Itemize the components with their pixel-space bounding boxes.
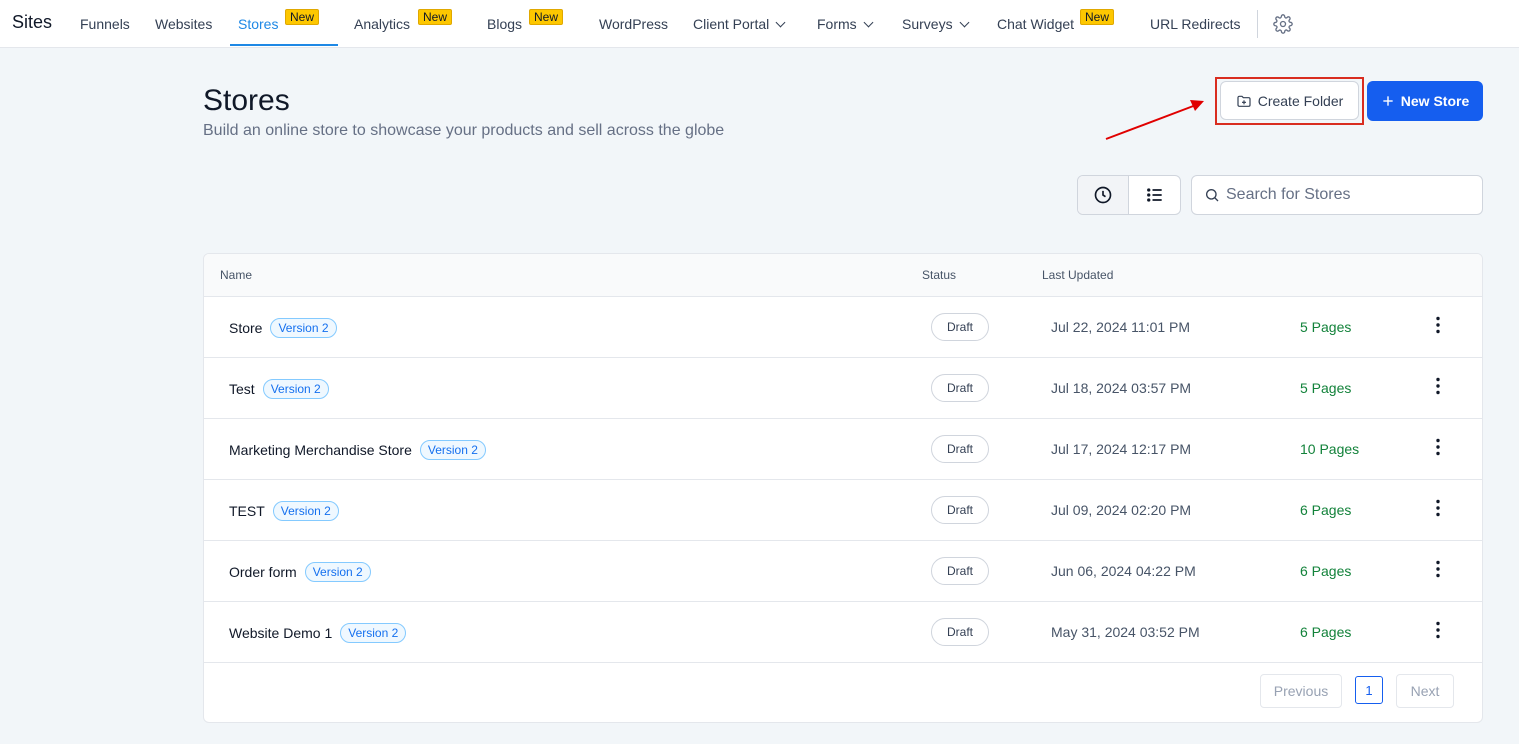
brand-title: Sites	[12, 12, 53, 32]
more-options-icon[interactable]	[1428, 315, 1448, 335]
nav-item-blogs[interactable]: Blogs	[487, 16, 522, 32]
pages-count[interactable]: 5 Pages	[1300, 319, 1351, 335]
search-icon	[1206, 189, 1219, 202]
last-updated: Jul 18, 2024 03:57 PM	[1051, 380, 1192, 396]
nav-item-url-redirects[interactable]: URL Redirects	[1150, 16, 1241, 32]
nav-item-client-portal[interactable]: Client Portal	[693, 16, 786, 32]
table-row[interactable]: Store Version 2 Draft Jul 22, 2024 11:01 …	[204, 297, 1482, 358]
status-badge: Draft	[931, 313, 989, 341]
new-badge: New	[529, 9, 564, 25]
store-name[interactable]: Store	[229, 320, 262, 336]
chevron-down-icon	[863, 17, 874, 28]
pages-count[interactable]: 5 Pages	[1300, 380, 1351, 396]
store-name[interactable]: Website Demo 1	[229, 625, 332, 641]
column-header-last-updated: Last Updated	[1042, 268, 1114, 282]
store-name[interactable]: Marketing Merchandise Store	[229, 442, 412, 458]
last-updated: May 31, 2024 03:52 PM	[1051, 624, 1200, 640]
version-badge: Version 2	[270, 318, 337, 338]
chevron-down-icon	[775, 17, 786, 28]
recent-view-button[interactable]	[1078, 176, 1130, 214]
nav-item-surveys[interactable]: Surveys	[902, 16, 970, 32]
list-view-button[interactable]	[1129, 176, 1180, 214]
status-badge: Draft	[931, 618, 989, 646]
nav-item-chat-widget[interactable]: Chat Widget	[997, 16, 1074, 32]
status-badge: Draft	[931, 374, 989, 402]
last-updated: Jul 17, 2024 12:17 PM	[1051, 441, 1192, 457]
page-subtitle: Build an online store to showcase your p…	[203, 122, 725, 139]
table-row[interactable]: Order form Version 2 Draft Jun 06, 2024 0…	[204, 541, 1482, 602]
column-header-name: Name	[220, 268, 253, 282]
new-store-button[interactable]: New Store	[1367, 81, 1483, 121]
more-options-icon[interactable]	[1428, 437, 1448, 457]
version-badge: Version 2	[419, 440, 486, 460]
stores-table: Name Status Last Updated Store Version 2 …	[203, 253, 1483, 723]
table-header: Name Status Last Updated	[204, 254, 1482, 297]
status-badge: Draft	[931, 435, 989, 463]
pages-count[interactable]: 10 Pages	[1300, 441, 1359, 457]
pages-count[interactable]: 6 Pages	[1300, 502, 1351, 518]
new-badge: New	[1080, 9, 1115, 25]
column-header-status: Status	[922, 268, 957, 282]
status-badge: Draft	[931, 496, 989, 524]
table-row[interactable]: Website Demo 1 Version 2 Draft May 31, 20…	[204, 602, 1482, 663]
nav-item-stores[interactable]: Stores	[238, 16, 278, 32]
create-folder-label: Create Folder	[1257, 92, 1344, 109]
search-input[interactable]	[1226, 186, 1466, 204]
annotation-arrow	[1105, 100, 1204, 140]
more-options-icon[interactable]	[1428, 620, 1448, 640]
more-options-icon[interactable]	[1428, 498, 1448, 518]
more-options-icon[interactable]	[1428, 559, 1448, 579]
previous-page-button[interactable]: Previous	[1260, 674, 1342, 708]
next-page-button[interactable]: Next	[1396, 674, 1454, 708]
last-updated: Jun 06, 2024 04:22 PM	[1051, 563, 1196, 579]
version-badge: Version 2	[340, 623, 407, 643]
page-title: Stores	[203, 84, 290, 117]
view-toggle	[1077, 175, 1181, 215]
nav-item-funnels[interactable]: Funnels	[80, 16, 130, 32]
create-folder-button[interactable]: Create Folder	[1220, 81, 1359, 120]
gear-icon[interactable]	[1273, 14, 1293, 34]
store-name[interactable]: Test	[229, 381, 255, 397]
more-options-icon[interactable]	[1428, 376, 1448, 396]
nav-item-wordpress[interactable]: WordPress	[599, 16, 668, 32]
clock-icon	[1094, 186, 1112, 204]
version-badge: Version 2	[304, 562, 371, 582]
pages-count[interactable]: 6 Pages	[1300, 563, 1351, 579]
plus-icon	[1383, 96, 1393, 106]
status-badge: Draft	[931, 557, 989, 585]
new-badge: New	[285, 9, 320, 25]
pages-count[interactable]: 6 Pages	[1300, 624, 1351, 640]
table-row[interactable]: Test Version 2 Draft Jul 18, 2024 03:57 P…	[204, 358, 1482, 419]
table-row[interactable]: Marketing Merchandise Store Version 2 Dra…	[204, 419, 1482, 480]
nav-divider	[1257, 10, 1258, 38]
search-field	[1191, 175, 1483, 215]
nav-item-analytics[interactable]: Analytics	[354, 16, 410, 32]
chevron-down-icon	[959, 17, 970, 28]
top-navigation: Sites Funnels Websites Stores New Analyt…	[0, 0, 1519, 48]
nav-item-forms[interactable]: Forms	[817, 16, 874, 32]
active-tab-indicator	[230, 44, 338, 46]
last-updated: Jul 09, 2024 02:20 PM	[1051, 502, 1192, 518]
last-updated: Jul 22, 2024 11:01 PM	[1051, 319, 1191, 335]
nav-item-websites[interactable]: Websites	[155, 16, 212, 32]
store-name[interactable]: TEST	[229, 503, 265, 519]
store-name[interactable]: Order form	[229, 564, 297, 580]
list-icon	[1146, 188, 1162, 202]
version-badge: Version 2	[272, 501, 339, 521]
version-badge: Version 2	[262, 379, 329, 399]
new-store-label: New Store	[1400, 93, 1470, 109]
new-badge: New	[418, 9, 453, 25]
page-number-button[interactable]: 1	[1355, 676, 1383, 704]
folder-plus-icon	[1237, 95, 1251, 107]
table-row[interactable]: TEST Version 2 Draft Jul 09, 2024 02:20 P…	[204, 480, 1482, 541]
